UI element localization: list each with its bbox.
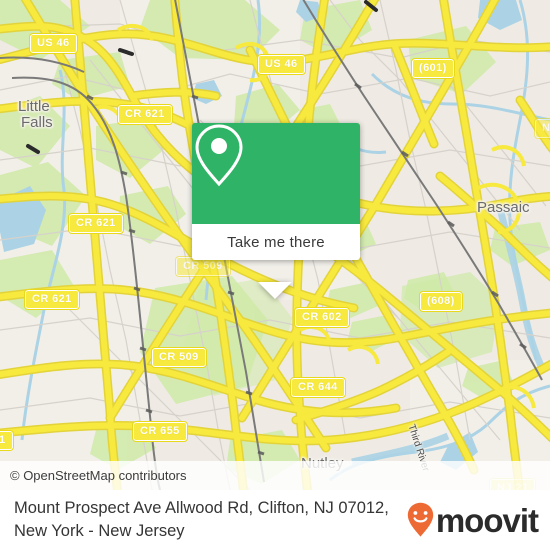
- take-me-there-label: Take me there: [227, 233, 325, 251]
- place-label: Passaic: [477, 199, 530, 216]
- road-shield: US 46: [257, 54, 306, 75]
- map-attribution-bar: © OpenStreetMap contributors: [0, 461, 550, 490]
- footer-bar: Mount Prospect Ave Allwood Rd, Clifton, …: [0, 490, 550, 550]
- popup-image-area: [192, 123, 360, 224]
- road-shield: (608): [419, 291, 463, 312]
- road-shield: CR 644: [290, 377, 346, 398]
- osm-attribution-text[interactable]: © OpenStreetMap contributors: [0, 468, 187, 483]
- map-pin-icon: [195, 124, 243, 187]
- road-shield: CR 621: [24, 289, 80, 310]
- road-shield: 1: [0, 430, 14, 451]
- address-line-2: New York - New Jersey: [14, 522, 185, 540]
- road-shield: CR 602: [294, 307, 350, 328]
- place-label: Falls: [21, 114, 53, 131]
- location-popup-card[interactable]: Take me there: [192, 123, 360, 299]
- road-shield: (601): [411, 58, 455, 79]
- screenshot-root: US 46 US 46 (601) CR 621 NJ CR 621 CR 509 CR 62…: [0, 0, 550, 550]
- moovit-pin-smile-icon: [407, 502, 434, 537]
- address-line-1: Mount Prospect Ave Allwood Rd, Clifton, …: [14, 499, 389, 517]
- road-shield: CR 509: [151, 347, 207, 368]
- moovit-wordmark: moovit: [435, 501, 539, 539]
- popup-tail: [258, 282, 292, 299]
- place-label: Little: [18, 98, 50, 115]
- moovit-brand[interactable]: moovit: [407, 502, 550, 538]
- road-shield: CR 655: [132, 421, 188, 442]
- road-shield: CR 621: [117, 104, 173, 125]
- address-block: Mount Prospect Ave Allwood Rd, Clifton, …: [0, 497, 407, 543]
- popup-action-bar[interactable]: Take me there: [192, 224, 360, 260]
- road-shield: NJ: [534, 118, 550, 139]
- road-shield: US 46: [29, 33, 78, 54]
- map-canvas[interactable]: US 46 US 46 (601) CR 621 NJ CR 621 CR 509 CR 62…: [0, 0, 550, 490]
- road-shield: CR 621: [68, 213, 124, 234]
